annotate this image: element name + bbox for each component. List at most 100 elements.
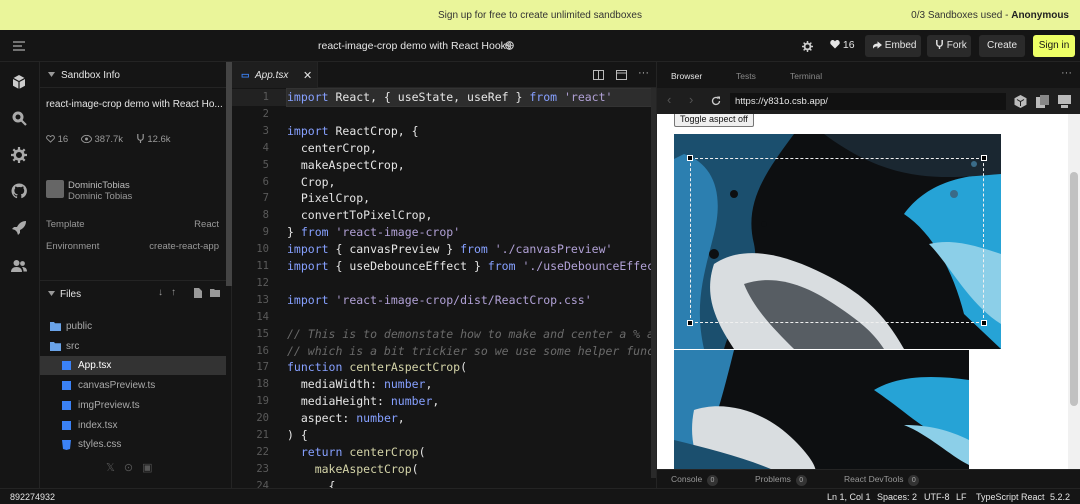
- sandbox-info-header[interactable]: Sandbox Info: [40, 62, 232, 88]
- open-window-icon[interactable]: [1036, 95, 1049, 108]
- scroll-thumb[interactable]: [1070, 172, 1078, 406]
- file-name: styles.css: [78, 439, 122, 451]
- editor-scrollbar[interactable]: [651, 88, 656, 478]
- tab-app-tsx[interactable]: ▭ App.tsx ✕: [232, 62, 318, 88]
- code-token: centerCrop: [349, 444, 419, 459]
- like-button[interactable]: 16: [830, 39, 855, 51]
- code-line[interactable]: 3 import ReactCrop, {: [232, 123, 656, 140]
- cube-icon[interactable]: [11, 74, 27, 90]
- back-icon[interactable]: ‹: [667, 92, 671, 107]
- code-line[interactable]: 5 makeAspectCrop,: [232, 157, 656, 174]
- github-icon[interactable]: [11, 183, 27, 199]
- file-item[interactable]: canvasPreview.ts: [40, 376, 226, 395]
- new-file-icon[interactable]: [194, 288, 202, 298]
- code-token: (: [411, 461, 419, 476]
- social-links[interactable]: 𝕏⊙▣: [106, 461, 161, 474]
- more-options-icon[interactable]: ···: [638, 67, 649, 79]
- users-icon[interactable]: [11, 258, 27, 274]
- folder-item[interactable]: public: [40, 317, 226, 336]
- preview-scrollbar[interactable]: [1068, 114, 1080, 469]
- refresh-icon[interactable]: [711, 96, 721, 106]
- console-tab[interactable]: Console 0: [671, 474, 718, 486]
- sandbox-title[interactable]: react-image-crop demo with React Hooks: [318, 40, 511, 52]
- code-line[interactable]: 15 // This is to demonstate how to make a…: [232, 326, 656, 343]
- code-line[interactable]: 17 function centerAspectCrop(: [232, 359, 656, 376]
- code-line[interactable]: 18 mediaWidth: number,: [232, 376, 656, 393]
- file-item[interactable]: imgPreview.ts: [40, 396, 226, 415]
- file-name: imgPreview.ts: [78, 399, 140, 411]
- more-icon[interactable]: ···: [1061, 67, 1072, 79]
- close-tab-icon[interactable]: ✕: [303, 69, 312, 82]
- url-input[interactable]: https://y831o.csb.app/: [730, 93, 1006, 110]
- code-line[interactable]: 7 PixelCrop,: [232, 190, 656, 207]
- code-line[interactable]: 23 makeAspectCrop(: [232, 461, 656, 478]
- code-line[interactable]: 12: [232, 275, 656, 292]
- tab-browser[interactable]: Browser: [671, 71, 702, 81]
- cursor-position[interactable]: Ln 1, Col 1: [827, 492, 871, 502]
- indentation[interactable]: Spaces: 2: [877, 492, 917, 502]
- code-line[interactable]: 8 convertToPixelCrop,: [232, 207, 656, 224]
- code-token: ReactCrop, {: [328, 123, 419, 138]
- responsive-icon[interactable]: [1058, 95, 1071, 108]
- rocket-icon[interactable]: [11, 220, 27, 236]
- split-view-icon[interactable]: [593, 70, 604, 80]
- tab-tests[interactable]: Tests: [736, 71, 756, 81]
- crop-handle[interactable]: [981, 320, 987, 326]
- embed-button[interactable]: Embed: [865, 35, 921, 57]
- code-line[interactable]: 19 mediaHeight: number,: [232, 393, 656, 410]
- create-button[interactable]: Create: [979, 35, 1025, 57]
- code-line[interactable]: 2: [232, 106, 656, 123]
- forward-icon[interactable]: ›: [689, 92, 693, 107]
- code-line[interactable]: 21) {: [232, 427, 656, 444]
- file-item[interactable]: styles.css: [40, 435, 226, 454]
- signin-button[interactable]: Sign in: [1033, 35, 1075, 57]
- tab-terminal[interactable]: Terminal: [790, 71, 822, 81]
- crop-handle[interactable]: [687, 155, 693, 161]
- preview-icon[interactable]: [616, 70, 627, 80]
- crop-selection[interactable]: [690, 158, 984, 323]
- code-line[interactable]: 4 centerCrop,: [232, 140, 656, 157]
- line-number: 17: [256, 361, 269, 374]
- code-line[interactable]: 13 import 'react-image-crop/dist/ReactCro…: [232, 292, 656, 309]
- file-actions[interactable]: ↓↑: [158, 287, 184, 298]
- encoding[interactable]: UTF-8: [924, 492, 950, 502]
- line-ending[interactable]: LF: [956, 492, 967, 502]
- code-line[interactable]: 22 return centerCrop(: [232, 444, 656, 461]
- code-line[interactable]: 24 {: [232, 478, 656, 488]
- crop-handle[interactable]: [981, 155, 987, 161]
- template-value[interactable]: React: [194, 219, 219, 230]
- menu-icon[interactable]: [13, 41, 25, 51]
- toggle-aspect-button[interactable]: Toggle aspect off: [674, 114, 754, 127]
- gear-icon[interactable]: [11, 147, 27, 163]
- code-editor: ▭ App.tsx ✕ ··· 1 import React, { useStat…: [232, 62, 657, 488]
- settings-icon[interactable]: [802, 41, 813, 52]
- code-line[interactable]: 9} from 'react-image-crop': [232, 224, 656, 241]
- typescript-version[interactable]: 5.2.2: [1050, 492, 1070, 502]
- author-avatar[interactable]: [46, 180, 64, 198]
- problems-tab[interactable]: Problems 0: [755, 474, 807, 486]
- code-line[interactable]: 16 // which is a bit trickier so we use s…: [232, 343, 656, 360]
- globe-icon: [505, 41, 514, 50]
- devtools-tab[interactable]: React DevTools 0: [844, 474, 920, 486]
- folder-item[interactable]: src: [40, 337, 226, 356]
- search-icon[interactable]: [11, 110, 27, 126]
- code-line[interactable]: 20 aspect: number,: [232, 410, 656, 427]
- problems-count: 0: [795, 475, 807, 486]
- files-header[interactable]: Files ↓↑: [40, 280, 232, 306]
- code-line[interactable]: 1 import React, { useState, useRef } from…: [232, 88, 656, 107]
- typescript-file-icon: [62, 361, 71, 373]
- file-item[interactable]: App.tsx: [40, 356, 226, 375]
- fork-button[interactable]: Fork: [927, 35, 971, 57]
- file-item[interactable]: index.tsx: [40, 416, 226, 435]
- code-line[interactable]: 6 Crop,: [232, 174, 656, 191]
- code-line[interactable]: 11 import { useDebounceEffect } from './u…: [232, 258, 656, 275]
- author-username[interactable]: DominicTobias: [68, 180, 130, 191]
- crop-handle[interactable]: [687, 320, 693, 326]
- codesandbox-icon[interactable]: [1014, 95, 1027, 108]
- new-folder-icon[interactable]: [210, 289, 220, 297]
- language-mode[interactable]: TypeScript React: [976, 492, 1045, 502]
- code-line[interactable]: 10 import { canvasPreview } from './canva…: [232, 241, 656, 258]
- code-line[interactable]: 14: [232, 309, 656, 326]
- line-number: 19: [256, 395, 269, 408]
